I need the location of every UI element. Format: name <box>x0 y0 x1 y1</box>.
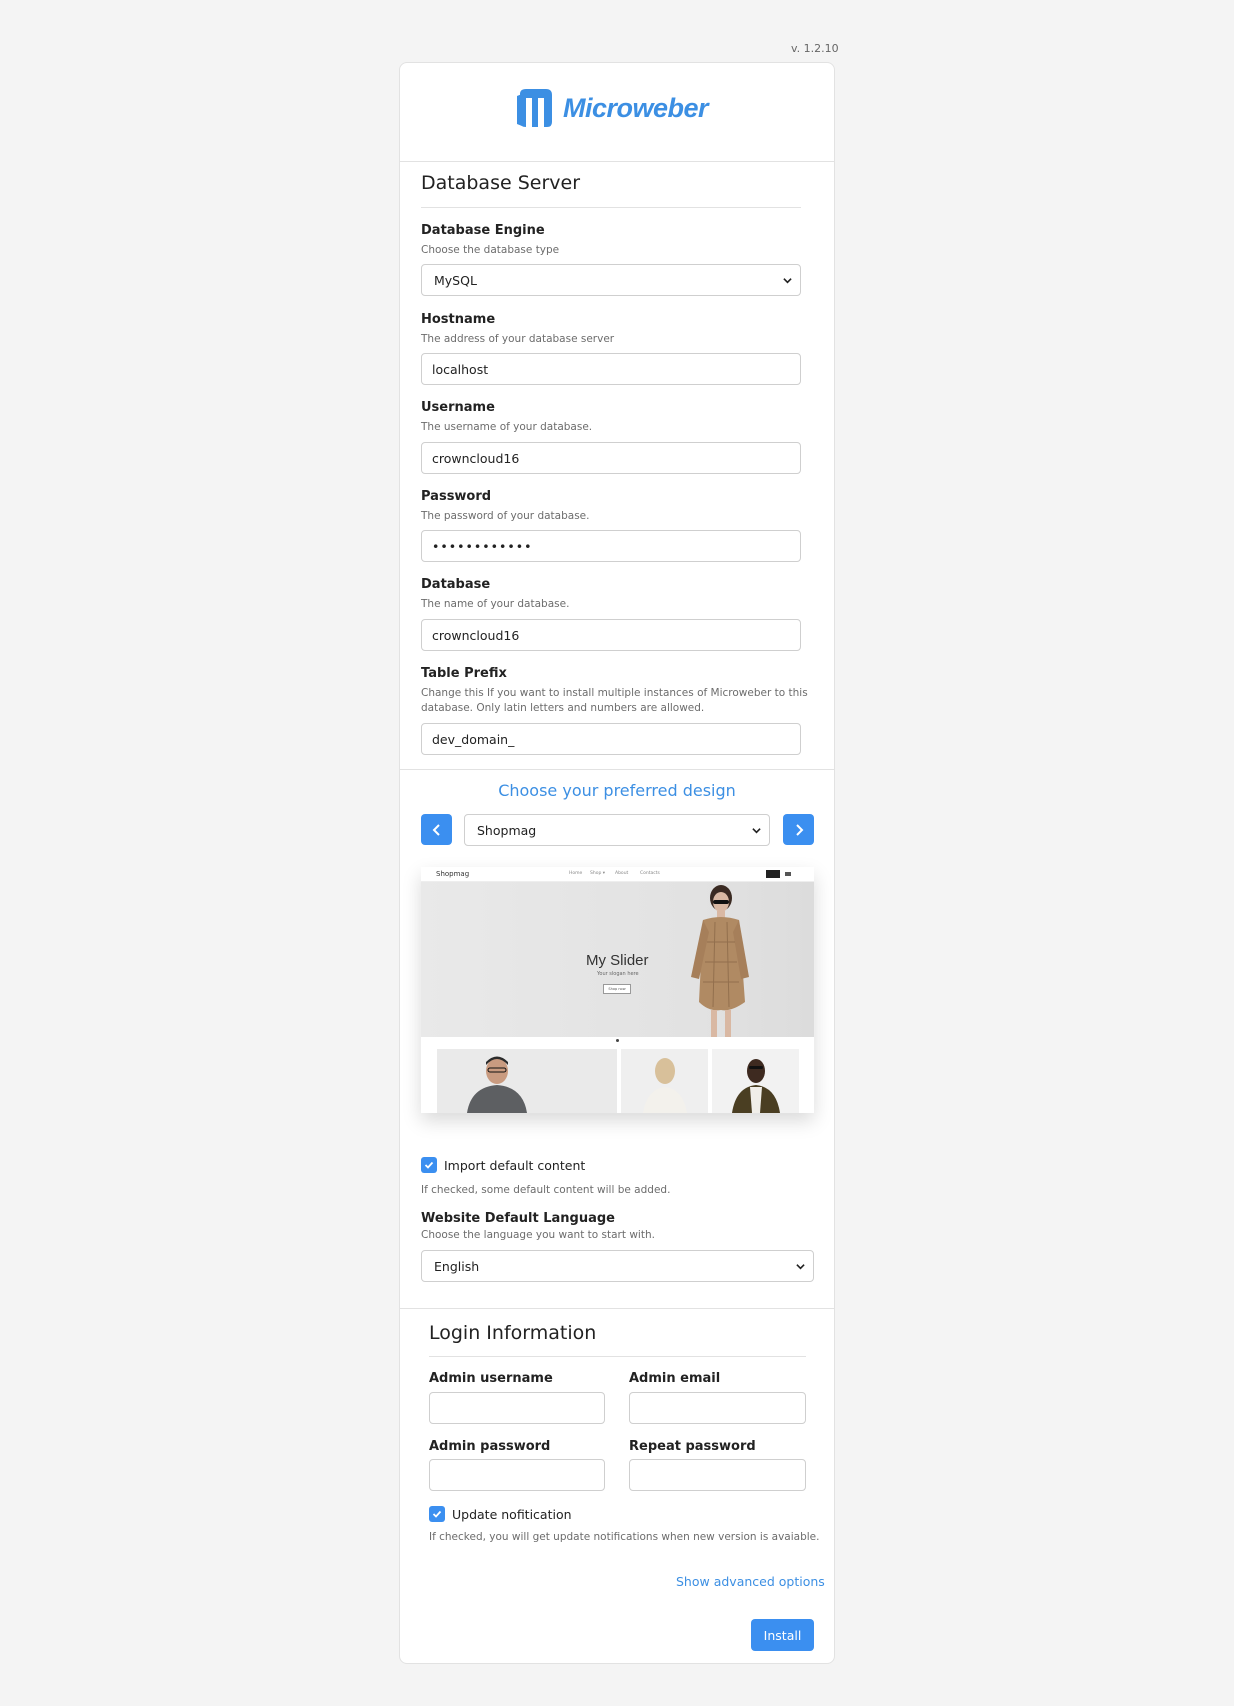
design-title: Choose your preferred design <box>498 781 736 800</box>
preview-product-image <box>732 1059 780 1113</box>
preview-product-image <box>467 1056 527 1113</box>
admin-password-input[interactable] <box>429 1459 605 1491</box>
preview-product-card <box>437 1049 617 1113</box>
password-label: Password <box>421 489 492 504</box>
design-select[interactable]: Shopmag <box>464 814 770 846</box>
engine-select-value: MySQL <box>434 272 477 288</box>
preview-navbar: Shopmag Home Shop ▾ About Contacts <box>421 867 814 882</box>
microweber-logo-icon <box>517 89 552 127</box>
username-value: crowncloud16 <box>432 450 520 466</box>
checkmark-icon <box>432 1510 442 1518</box>
login-divider <box>400 1308 834 1309</box>
prefix-input[interactable]: dev_domain_ <box>421 723 801 755</box>
engine-label: Database Engine <box>421 223 545 238</box>
language-help: Choose the language you want to start wi… <box>421 1229 655 1241</box>
preview-product-card <box>712 1049 799 1113</box>
login-section-title: Login Information <box>429 1322 597 1344</box>
checkmark-icon <box>424 1161 434 1169</box>
preview-menu-item: Shop ▾ <box>590 871 606 876</box>
hostname-label: Hostname <box>421 312 496 327</box>
preview-menu-item: Home <box>569 871 583 876</box>
install-button[interactable]: Install <box>751 1619 814 1651</box>
chevron-down-icon <box>796 1263 805 1269</box>
chevron-down-icon <box>752 827 761 833</box>
database-section-title: Database Server <box>421 172 581 194</box>
preview-hero: My Slider Your slogan here Shop now <box>421 882 814 1042</box>
admin-email-label: Admin email <box>629 1371 721 1386</box>
version-label: v. 1.2.10 <box>791 42 839 55</box>
language-select[interactable]: English <box>421 1250 814 1282</box>
preview-cart-icon <box>766 870 780 878</box>
preview-menu-item: About <box>615 871 629 876</box>
admin-username-label: Admin username <box>429 1371 553 1386</box>
admin-password-label: Admin password <box>429 1439 551 1454</box>
repeat-password-label: Repeat password <box>629 1439 756 1454</box>
password-input[interactable]: •••••••••••• <box>421 530 801 562</box>
hostname-value: localhost <box>432 361 489 377</box>
chevron-left-icon <box>432 823 440 836</box>
preview-slider-dot <box>616 1039 619 1042</box>
admin-username-input[interactable] <box>429 1392 605 1424</box>
preview-product-card <box>621 1049 708 1113</box>
preview-slider-title: My Slider <box>586 952 649 969</box>
design-divider <box>400 769 834 770</box>
preview-slider-slogan: Your slogan here <box>597 971 639 977</box>
prev-design-button[interactable] <box>421 814 452 845</box>
logo: Microweber <box>514 86 709 130</box>
next-design-button[interactable] <box>783 814 814 845</box>
update-notification-checkbox[interactable] <box>429 1506 445 1522</box>
design-select-value: Shopmag <box>477 822 537 838</box>
username-label: Username <box>421 400 495 415</box>
repeat-password-input[interactable] <box>629 1459 806 1491</box>
preview-menu-item: Contacts <box>640 871 660 876</box>
login-title-divider <box>429 1356 806 1357</box>
import-content-checkbox[interactable] <box>421 1157 437 1173</box>
language-select-value: English <box>434 1258 480 1274</box>
import-content-help: If checked, some default content will be… <box>421 1184 671 1196</box>
preview-product-image <box>643 1058 687 1113</box>
prefix-value: dev_domain_ <box>432 731 515 747</box>
prefix-label: Table Prefix <box>421 666 507 681</box>
hostname-input[interactable]: localhost <box>421 353 801 385</box>
username-help: The username of your database. <box>421 421 593 433</box>
show-advanced-options-link[interactable]: Show advanced options <box>676 1574 825 1589</box>
preview-search-icon <box>785 872 791 876</box>
update-notification-label[interactable]: Update nofitication <box>452 1507 572 1522</box>
import-content-label[interactable]: Import default content <box>444 1158 585 1173</box>
database-label: Database <box>421 577 491 592</box>
password-help: The password of your database. <box>421 510 590 522</box>
hostname-help: The address of your database server <box>421 333 615 345</box>
password-value: •••••••••••• <box>432 538 533 554</box>
admin-email-input[interactable] <box>629 1392 806 1424</box>
preview-brand: Shopmag <box>436 870 470 878</box>
username-input[interactable]: crowncloud16 <box>421 442 801 474</box>
design-preview[interactable]: Shopmag Home Shop ▾ About Contacts My Sl… <box>421 867 814 1113</box>
database-input[interactable]: crowncloud16 <box>421 619 801 651</box>
prefix-help-line2: database. Only latin letters and numbers… <box>421 702 705 714</box>
update-notification-help: If checked, you will get update notifica… <box>429 1531 820 1543</box>
database-title-divider <box>421 207 801 208</box>
chevron-down-icon <box>783 277 792 283</box>
language-label: Website Default Language <box>421 1211 616 1226</box>
database-value: crowncloud16 <box>432 627 520 643</box>
engine-select[interactable]: MySQL <box>421 264 801 296</box>
header-divider <box>400 161 834 162</box>
logo-text: Microweber <box>563 92 709 123</box>
preview-model-image <box>691 885 749 1037</box>
prefix-help-line1: Change this If you want to install multi… <box>421 687 808 699</box>
preview-slider-button: Shop now <box>603 984 631 994</box>
engine-help: Choose the database type <box>421 244 560 256</box>
database-help: The name of your database. <box>421 598 570 610</box>
chevron-right-icon <box>795 823 803 836</box>
